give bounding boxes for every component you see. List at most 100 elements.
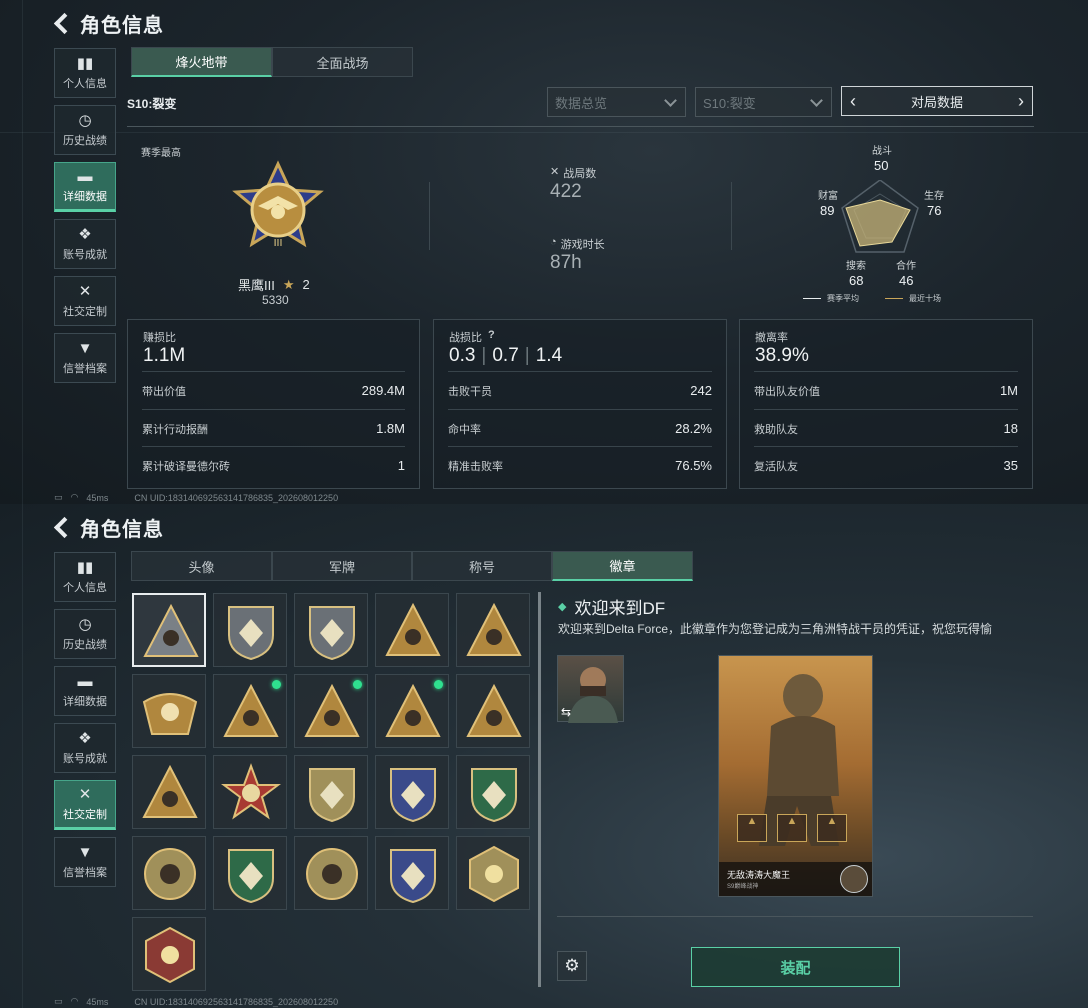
legend-swatch	[885, 298, 903, 299]
radar-search-label: 搜索	[846, 261, 866, 272]
tab-badges[interactable]: 徽章	[552, 551, 693, 581]
sidebar-item-reputation[interactable]: ▼ 信誉档案	[54, 837, 116, 887]
badge-item[interactable]	[294, 674, 368, 748]
sidebar-item-social[interactable]: ✕ 社交定制	[54, 276, 116, 326]
table-row: 精准击败率 76.5%	[448, 446, 712, 484]
badge-item[interactable]	[375, 674, 449, 748]
sidebar-item-reputation[interactable]: ▼ 信誉档案	[54, 333, 116, 383]
legend-swatch	[803, 298, 821, 299]
badge-emblem-icon	[144, 848, 196, 900]
sidebar-item-label: 账号成就	[63, 249, 107, 261]
badge-item[interactable]	[132, 593, 206, 667]
card-label: 撤离率	[755, 332, 788, 344]
badge-item[interactable]	[132, 674, 206, 748]
sidebar-item-social[interactable]: ✕ 社交定制	[54, 780, 116, 830]
badge-item[interactable]	[375, 836, 449, 910]
badge-item[interactable]	[213, 593, 287, 667]
badge-item[interactable]	[213, 755, 287, 829]
row-label: 精准击败率	[448, 460, 503, 473]
shield-icon: ▼	[77, 340, 93, 357]
badge-emblem-icon	[309, 768, 355, 823]
table-row: 击败干员 242	[448, 371, 712, 409]
overview-dropdown[interactable]: 数据总览	[547, 87, 686, 117]
badge-item[interactable]	[294, 593, 368, 667]
sidebar-item-profile[interactable]: ▮▮ 个人信息	[54, 552, 116, 602]
back-arrow-icon[interactable]	[52, 13, 72, 33]
row-label: 命中率	[448, 423, 481, 436]
legend-recent: 最近十场	[909, 294, 941, 303]
badge-item[interactable]	[456, 593, 530, 667]
sidebar: ▮▮ 个人信息 ◷ 历史战绩 ▬ 详细数据 ❖ 账号成就 ✕ 社交定制 ▼ 信誉档案	[54, 48, 116, 390]
crossed-swords-icon: ✕	[550, 166, 560, 178]
badge-slot-icon[interactable]: ▲	[737, 814, 767, 842]
new-indicator	[272, 680, 281, 689]
badge-item[interactable]	[456, 836, 530, 910]
header: 角色信息	[52, 512, 164, 542]
radar-survive-label: 生存	[924, 191, 944, 202]
table-row: 带出队友价值 1M	[754, 371, 1018, 409]
badge-preview-card: ▲ ▲ ▲ 无敌涛涛大魔王 S9巅峰战神	[718, 655, 873, 897]
badge-item[interactable]	[456, 674, 530, 748]
equip-button[interactable]: 装配	[691, 947, 900, 987]
sidebar-item-details[interactable]: ▬ 详细数据	[54, 162, 116, 212]
badge-emblem-icon	[142, 693, 198, 735]
badge-slot-icon[interactable]: ▲	[817, 814, 847, 842]
tab-dogtag[interactable]: 军牌	[272, 551, 412, 581]
uid: CN UID:1831406925631417868​35_2026080122…	[134, 996, 339, 1007]
battles-label: 战局数	[563, 168, 597, 180]
svg-text:III: III	[274, 238, 283, 249]
badge-item[interactable]	[213, 674, 287, 748]
badge-emblem-icon	[143, 603, 199, 657]
divider	[557, 916, 1033, 917]
row-value: 242	[690, 383, 712, 398]
badge-item[interactable]	[294, 836, 368, 910]
sidebar-item-details[interactable]: ▬ 详细数据	[54, 666, 116, 716]
badge-item[interactable]	[213, 836, 287, 910]
avatar[interactable]: ⇆	[557, 655, 624, 723]
sidebar-item-label: 历史战绩	[63, 639, 107, 651]
sidebar-item-profile[interactable]: ▮▮ 个人信息	[54, 48, 116, 98]
sidebar-item-label: 个人信息	[63, 582, 107, 594]
table-row: 救助队友 18	[754, 409, 1018, 447]
divider	[731, 182, 732, 250]
badge-slot-icon[interactable]: ▲	[777, 814, 807, 842]
battery-icon: ▭	[54, 996, 63, 1006]
tab-operations[interactable]: 烽火地带	[131, 47, 272, 77]
legend-avg: 赛季平均	[827, 294, 859, 303]
scrollbar[interactable]	[538, 592, 541, 987]
badge-item[interactable]	[132, 836, 206, 910]
table-row: 复活队友 35	[754, 446, 1018, 484]
badge-item[interactable]	[375, 593, 449, 667]
back-arrow-icon[interactable]	[52, 517, 72, 537]
sidebar-item-label: 个人信息	[63, 78, 107, 90]
help-icon[interactable]: ?	[488, 329, 495, 345]
row-value: 35	[1003, 458, 1018, 473]
season-dropdown[interactable]: S10:裂变	[695, 87, 832, 117]
badge-item[interactable]	[294, 755, 368, 829]
sidebar-item-label: 详细数据	[63, 191, 107, 203]
gear-icon[interactable]: ⚙	[557, 951, 587, 981]
clock-icon: ◷	[78, 616, 92, 633]
chevron-left-icon[interactable]: ‹	[850, 91, 856, 112]
stat-card-extract: 撤离率 38.9% 带出队友价值 1M 救助队友 18 复活队友 35	[739, 319, 1033, 489]
badge-item[interactable]	[132, 917, 206, 991]
radar-combat-label: 战斗	[872, 146, 892, 157]
row-label: 击败干员	[448, 385, 492, 398]
sidebar-item-achievements[interactable]: ❖ 账号成就	[54, 219, 116, 269]
tab-title[interactable]: 称号	[412, 551, 552, 581]
sidebar-item-history[interactable]: ◷ 历史战绩	[54, 609, 116, 659]
bg-line	[22, 0, 23, 504]
tab-warfare[interactable]: 全面战场	[272, 47, 413, 77]
row-label: 带出队友价值	[754, 385, 820, 398]
sidebar-item-achievements[interactable]: ❖ 账号成就	[54, 723, 116, 773]
badge-item[interactable]	[132, 755, 206, 829]
badge-item[interactable]	[456, 755, 530, 829]
badge-item[interactable]	[375, 755, 449, 829]
tab-avatar[interactable]: 头像	[131, 551, 272, 581]
sidebar-item-history[interactable]: ◷ 历史战绩	[54, 105, 116, 155]
row-label: 救助队友	[754, 423, 798, 436]
badge-emblem-icon	[228, 606, 274, 661]
chevron-right-icon[interactable]: ›	[1018, 91, 1024, 112]
achievement-icon: ❖	[78, 730, 92, 747]
row-label: 复活队友	[754, 460, 798, 473]
